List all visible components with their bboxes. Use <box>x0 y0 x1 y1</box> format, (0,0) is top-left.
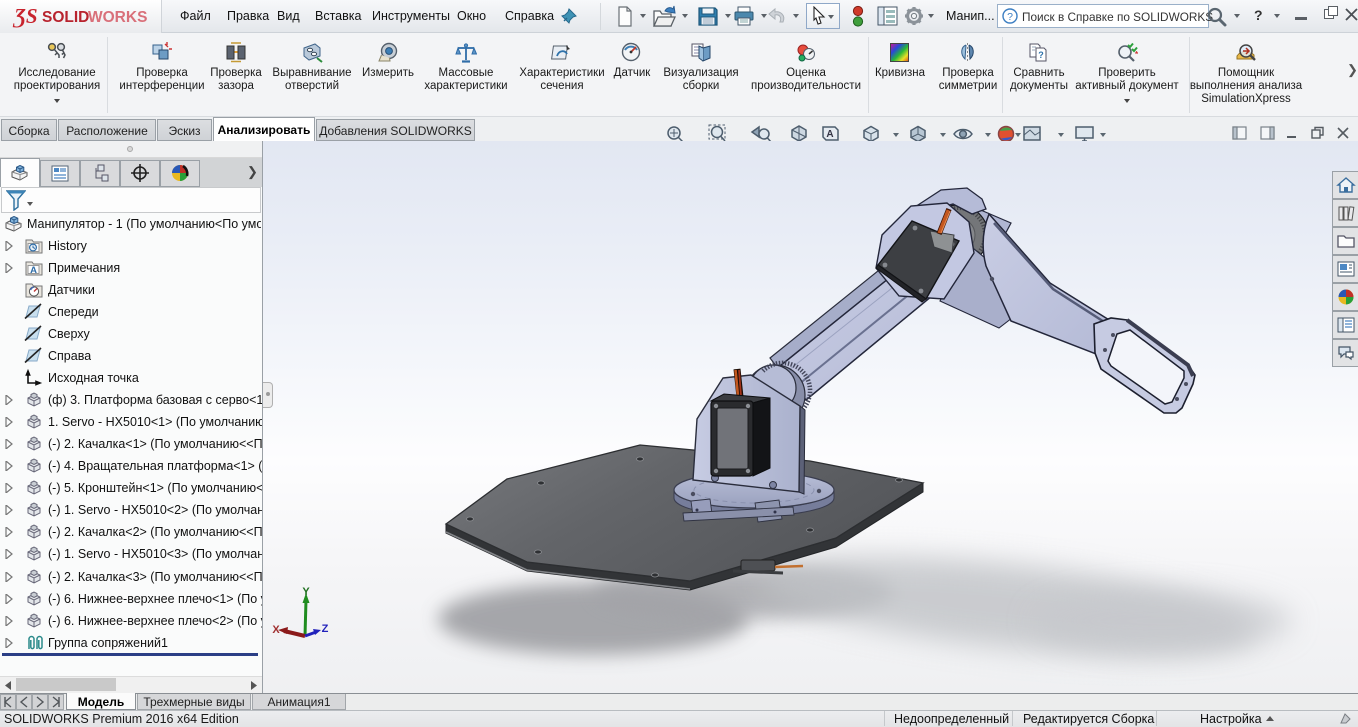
svg-text:*: * <box>1135 50 1138 59</box>
svg-text:?: ? <box>1038 50 1044 60</box>
svg-text:?: ? <box>1007 11 1013 23</box>
svg-text:A: A <box>826 129 833 140</box>
svg-text:A: A <box>30 265 37 276</box>
svg-text:SOLID: SOLID <box>42 9 89 26</box>
svg-text:X: X <box>272 624 280 636</box>
svg-text:Y: Y <box>302 586 310 598</box>
svg-text:Z: Z <box>322 623 329 635</box>
svg-text:ƷS: ƷS <box>12 4 37 28</box>
svg-text:WORKS: WORKS <box>88 9 147 26</box>
